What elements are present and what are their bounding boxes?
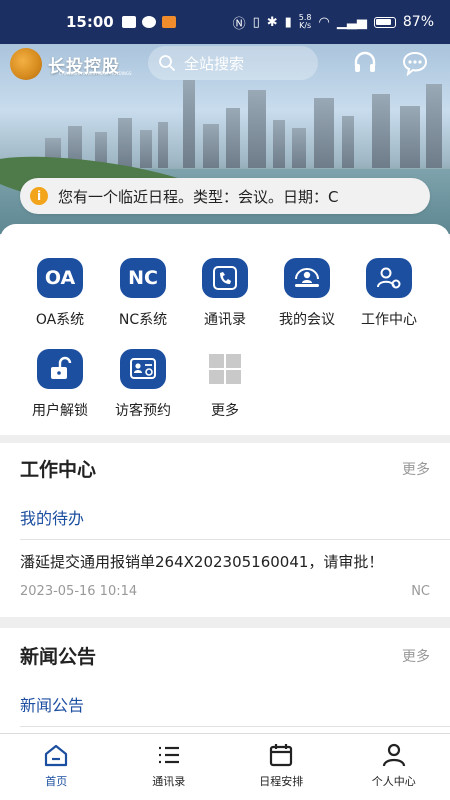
tab-label: 日程安排 (259, 775, 304, 788)
signal-icon: ▮ (284, 14, 292, 30)
message-icon[interactable] (402, 50, 428, 76)
work-center-more-link[interactable]: 更多 (402, 459, 430, 479)
menu-item-visitor[interactable]: 访客预约 (98, 349, 188, 420)
section-title: 工作中心 (20, 459, 97, 481)
news-section: 新闻公告 更多 新闻公告 (0, 628, 450, 733)
divider (20, 726, 450, 727)
todo-text: 潘延提交通用报销单264X202305160041，请审批！ (20, 553, 384, 571)
app-notification-icon (121, 16, 136, 28)
menu-label: 通讯录 (204, 312, 246, 328)
menu-label: 工作中心 (361, 312, 417, 328)
bluetooth-icon: ✱ (266, 14, 278, 30)
menu-label: OA系统 (35, 312, 85, 328)
calendar-icon (270, 744, 293, 767)
menu-item-nc[interactable]: NC NC系统 (98, 258, 188, 329)
status-time: 15:00 (66, 13, 114, 31)
search-input[interactable]: 全站搜索 (148, 46, 318, 80)
tab-label: 个人中心 (371, 775, 416, 788)
menu-label: 用户解锁 (32, 403, 88, 419)
visitor-card-icon (120, 349, 166, 389)
hero-building (372, 94, 390, 168)
todo-date: 2023-05-16 10:14 (20, 584, 138, 599)
contacts-phone-icon (202, 258, 248, 298)
tab-label: 首页 (45, 775, 68, 788)
divider (20, 539, 450, 540)
menu-item-contacts[interactable]: 通讯录 (180, 258, 270, 329)
chat-notification-icon (141, 16, 156, 28)
search-placeholder: 全站搜索 (184, 54, 245, 73)
status-notification-icons (121, 16, 176, 28)
notice-text: 您有一个临近日程。类型：会议。日期：C (58, 187, 339, 206)
menu-item-unlock[interactable]: 用户解锁 (15, 349, 105, 420)
menu-item-more[interactable]: 更多 (180, 349, 270, 420)
section-title: 新闻公告 (20, 646, 97, 668)
hero-building (226, 108, 240, 168)
vibrate-icon: ▯ (252, 14, 260, 30)
menu-label: 我的会议 (279, 312, 335, 328)
battery-percent: 87% (402, 14, 434, 30)
hero-building (118, 118, 132, 168)
menu-label: 访客预约 (115, 403, 171, 419)
logo-mark-icon (10, 48, 42, 80)
hero-building (292, 128, 306, 168)
hero-building (203, 124, 219, 168)
tab-label: 通讯录 (152, 775, 186, 788)
person-icon (382, 743, 405, 767)
tab-contacts[interactable]: 通讯录 (113, 734, 226, 800)
logo-subtext: CHANGSHA INVESTMENT HOLDINGS (59, 71, 132, 76)
menu-item-oa[interactable]: OA OA系统 (15, 258, 105, 329)
net-speed: 5.8 K/s (298, 13, 312, 30)
home-icon (45, 744, 68, 767)
hero-building (314, 98, 334, 168)
hero-building (158, 122, 168, 168)
work-center-icon (366, 258, 412, 298)
tab-home[interactable]: 首页 (0, 734, 113, 800)
menu-item-meeting[interactable]: 我的会议 (262, 258, 352, 329)
oa-icon: OA (37, 258, 83, 298)
news-subtitle[interactable]: 新闻公告 (20, 692, 84, 716)
hero-building (426, 84, 442, 168)
nc-icon: NC (120, 258, 166, 298)
headset-icon[interactable] (352, 50, 378, 76)
schedule-notice[interactable]: i 您有一个临近日程。类型：会议。日期：C (20, 178, 430, 214)
status-bar: 15:00 Ⓝ ▯ ✱ ▮ 5.8 K/s ◠ ▁▃▅ 87% (0, 0, 450, 44)
search-icon (159, 55, 175, 71)
menu-label: 更多 (211, 403, 239, 419)
wifi-icon: ◠ (318, 14, 330, 30)
status-right: Ⓝ ▯ ✱ ▮ 5.8 K/s ◠ ▁▃▅ 87% (233, 13, 434, 32)
hero-building (400, 106, 420, 168)
hero-building (342, 116, 354, 168)
hero-building (140, 130, 152, 168)
todo-item[interactable]: 潘延提交通用报销单264X202305160041，请审批！ 2023-05-1… (0, 541, 450, 611)
todo-source: NC (411, 584, 430, 599)
menu-item-work-center[interactable]: 工作中心 (344, 258, 434, 329)
todo-subtitle[interactable]: 我的待办 (20, 505, 84, 529)
nfc-icon: Ⓝ (232, 16, 246, 32)
hero-building (248, 90, 266, 168)
info-icon: i (30, 187, 48, 205)
work-center-section: 工作中心 更多 我的待办 潘延提交通用报销单264X202305160041，请… (0, 443, 450, 617)
battery-icon (373, 16, 396, 28)
meeting-icon (284, 258, 330, 298)
cell-signal-icon: ▁▃▅ (336, 14, 367, 30)
app2-notification-icon (161, 16, 176, 28)
tab-profile[interactable]: 个人中心 (338, 734, 450, 800)
hero-building (273, 120, 285, 168)
news-more-link[interactable]: 更多 (402, 646, 430, 666)
grid-more-icon (202, 349, 248, 389)
menu-label: NC系统 (118, 312, 168, 328)
list-icon (158, 746, 179, 764)
quick-menu: OA OA系统 NC NC系统 通讯录 我的会议 工作中心 用户解锁 访客预约 … (0, 224, 450, 435)
tab-bar: 首页 通讯录 日程安排 个人中心 (0, 733, 450, 800)
tab-schedule[interactable]: 日程安排 (225, 734, 338, 800)
unlock-icon (37, 349, 83, 389)
company-logo: 长投控股 CHANGSHA INVESTMENT HOLDINGS (10, 48, 132, 80)
hero-building (183, 80, 195, 168)
